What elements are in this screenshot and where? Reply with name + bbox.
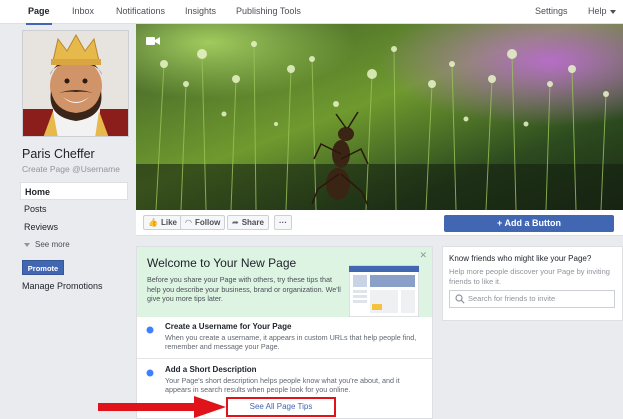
tab-publishing-tools[interactable]: Publishing Tools — [236, 0, 301, 24]
cover-photo[interactable] — [136, 24, 623, 210]
manage-promotions-link[interactable]: Manage Promotions — [22, 281, 103, 291]
see-more-label: See more — [35, 240, 70, 249]
tip-desc: When you create a username, it appears i… — [165, 333, 417, 351]
promote-button[interactable]: Promote — [22, 260, 64, 275]
friend-search-input[interactable]: Search for friends to invite — [449, 290, 615, 308]
share-button[interactable]: ➦ Share — [227, 215, 269, 230]
welcome-text: Before you share your Page with others, … — [147, 275, 341, 303]
search-placeholder: Search for friends to invite — [468, 294, 556, 303]
follow-button[interactable]: ◠ Follow — [180, 215, 226, 230]
invite-friends-title: Know friends who might like your Page? — [449, 254, 592, 263]
profile-picture[interactable] — [22, 30, 129, 137]
tab-inbox[interactable]: Inbox — [72, 0, 94, 24]
welcome-title: Welcome to Your New Page — [147, 256, 297, 270]
cover-image — [136, 24, 623, 210]
see-more-link[interactable]: See more — [20, 236, 128, 254]
tip-title: Add a Short Description — [165, 365, 257, 374]
welcome-card: Welcome to Your New Page Before you shar… — [136, 246, 433, 419]
red-arrow-icon — [98, 396, 226, 418]
lightbulb-icon — [146, 326, 154, 334]
highlight-box: See All Page Tips — [226, 397, 336, 417]
settings-link[interactable]: Settings — [535, 0, 568, 24]
sidebar-item-home[interactable]: Home — [20, 182, 128, 200]
follow-label: Follow — [194, 218, 221, 227]
invite-friends-desc: Help more people discover your Page by i… — [449, 267, 610, 286]
tip-title: Create a Username for Your Page — [165, 322, 292, 331]
help-menu[interactable]: Help — [588, 0, 616, 24]
share-label: Share — [241, 218, 264, 227]
see-all-page-tips-link[interactable]: See All Page Tips — [228, 399, 334, 415]
create-username-link[interactable]: Create Page @Username — [22, 164, 120, 174]
tab-page[interactable]: Page — [26, 0, 51, 25]
like-label: Like — [160, 218, 177, 227]
chevron-down-icon — [609, 9, 616, 14]
page-sidebar: Home Posts Reviews See more — [20, 182, 128, 254]
page-name: Paris Cheffer — [22, 147, 95, 161]
like-button[interactable]: 👍 Like — [143, 215, 182, 230]
page-illustration-icon — [349, 265, 419, 317]
invite-friends-card: Know friends who might like your Page? H… — [442, 246, 623, 321]
close-icon[interactable]: ✕ — [419, 250, 427, 261]
tip-desc: Your Page's short description helps peop… — [165, 376, 400, 394]
tab-notifications[interactable]: Notifications — [116, 0, 165, 24]
chevron-down-icon — [24, 242, 30, 247]
divider — [137, 358, 432, 359]
page-action-bar: 👍 Like ◠ Follow ➦ Share ··· + Add a Button — [136, 210, 623, 236]
page-top-nav: Page Inbox Notifications Insights Publis… — [0, 0, 623, 25]
search-icon — [455, 294, 465, 304]
more-options-button[interactable]: ··· — [274, 215, 292, 230]
profile-image — [23, 31, 128, 136]
rss-follow-icon: ◠ — [185, 218, 192, 227]
help-label: Help — [588, 6, 607, 16]
sidebar-item-reviews[interactable]: Reviews — [20, 218, 128, 236]
thumbs-up-icon: 👍 — [148, 218, 158, 227]
sidebar-item-posts[interactable]: Posts — [20, 200, 128, 218]
add-a-button[interactable]: + Add a Button — [444, 215, 614, 232]
video-camera-icon[interactable] — [146, 36, 160, 46]
share-arrow-icon: ➦ — [232, 218, 239, 227]
tab-insights[interactable]: Insights — [185, 0, 216, 24]
lightbulb-icon — [146, 369, 154, 377]
welcome-header: Welcome to Your New Page Before you shar… — [137, 247, 432, 317]
